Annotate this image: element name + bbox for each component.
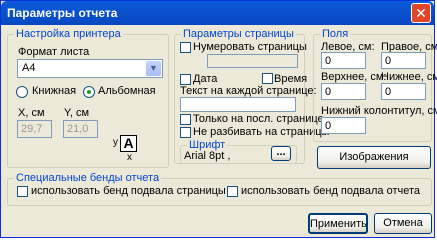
format-value: A4 <box>22 62 36 74</box>
special-bands-legend: Специальные бенды отчета <box>16 172 160 184</box>
font-value: Arial 8pt , <box>184 150 231 162</box>
date-label[interactable]: Дата <box>193 73 217 85</box>
cancel-button[interactable]: Отмена <box>374 213 432 234</box>
footer-margin-label: Нижний колонтитул, см: <box>321 105 437 117</box>
axis-x-label: x <box>127 152 132 163</box>
time-label[interactable]: Время <box>274 73 307 85</box>
close-button[interactable]: ✕ <box>411 3 431 23</box>
report-footer-band-label[interactable]: использовать бенд подвала отчета <box>241 185 420 197</box>
font-browse-button[interactable]: ... <box>271 146 291 161</box>
text-each-page-label: Текст на каждой странице: <box>180 85 317 97</box>
last-page-label[interactable]: Только на посл. странице <box>193 113 324 125</box>
report-footer-band-checkbox[interactable] <box>227 186 238 197</box>
date-checkbox[interactable] <box>180 74 191 85</box>
bottom-margin-field[interactable]: 0 <box>381 83 426 100</box>
page-footer-band-label[interactable]: использовать бенд подвала страницы <box>31 185 226 197</box>
format-select[interactable]: A4 ▼ <box>17 59 163 78</box>
number-pages-checkbox[interactable] <box>180 42 191 53</box>
chevron-down-icon[interactable]: ▼ <box>146 61 161 76</box>
time-checkbox[interactable] <box>262 73 273 84</box>
footer-margin-field[interactable]: 0 <box>321 117 366 134</box>
top-margin-label: Верхнее, см: <box>321 71 387 83</box>
landscape-label[interactable]: Альбомная <box>98 85 156 97</box>
apply-button[interactable]: Применить <box>308 213 368 234</box>
no-split-label[interactable]: Не разбивать на страницы <box>193 126 329 138</box>
title-bar[interactable]: Параметры отчета ✕ <box>1 1 434 25</box>
orientation-preview-icon: A <box>120 135 137 152</box>
no-split-checkbox[interactable] <box>180 127 191 138</box>
y-field[interactable]: 21,0 <box>63 120 98 138</box>
margins-legend: Поля <box>322 28 349 40</box>
text-each-page-field[interactable] <box>180 97 296 112</box>
x-label: X, см <box>18 107 45 119</box>
x-field[interactable]: 29,7 <box>17 120 52 138</box>
images-button[interactable]: Изображения <box>317 146 431 169</box>
format-label: Формат листа <box>18 46 90 58</box>
top-margin-field[interactable]: 0 <box>321 83 366 100</box>
window-title: Параметры отчета <box>7 6 118 20</box>
number-pages-label[interactable]: Нумеровать страницы <box>193 41 307 53</box>
left-margin-field[interactable]: 0 <box>321 52 366 69</box>
last-page-checkbox[interactable] <box>180 114 191 125</box>
portrait-radio[interactable] <box>16 86 28 98</box>
page-number-field[interactable] <box>207 54 298 68</box>
bottom-margin-label: Нижнее, см: <box>381 71 437 83</box>
portrait-label[interactable]: Книжная <box>32 85 76 97</box>
axis-y-label: y <box>113 137 118 148</box>
landscape-radio[interactable] <box>83 86 95 98</box>
y-label: Y, см <box>64 107 90 119</box>
preview-letter: A <box>123 135 134 151</box>
right-margin-field[interactable]: 0 <box>381 52 426 69</box>
printer-settings-legend: Настройка принтера <box>16 28 121 40</box>
page-footer-band-checkbox[interactable] <box>17 186 28 197</box>
page-params-legend: Параметры страницы <box>183 28 294 40</box>
report-settings-dialog: Параметры отчета ✕ Настройка принтера Фо… <box>0 0 437 238</box>
